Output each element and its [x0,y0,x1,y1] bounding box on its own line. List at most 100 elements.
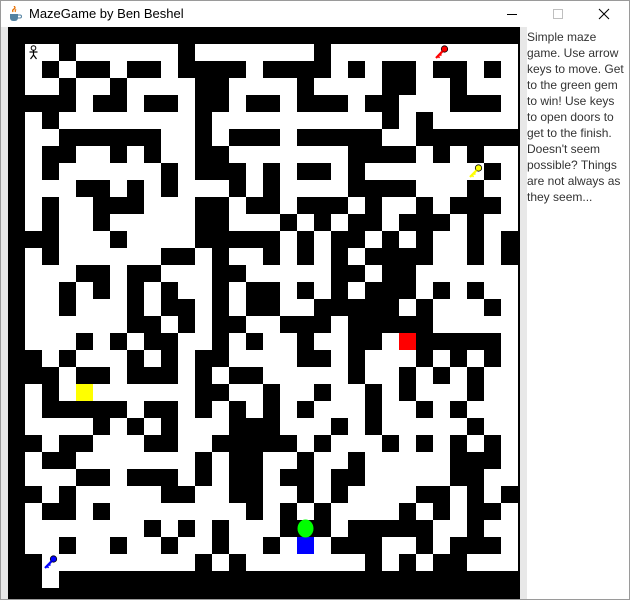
maze-floor-cell [484,265,501,282]
maze-floor-cell [246,350,263,367]
maze-floor-cell [42,44,59,61]
maze-floor-cell [178,180,195,197]
maze-floor-cell [76,452,93,469]
maze-floor-cell [42,282,59,299]
maze-floor-cell [246,316,263,333]
maze-floor-cell [365,44,382,61]
maze-floor-cell [280,163,297,180]
maze-floor-cell [501,452,518,469]
maze-floor-cell [314,180,331,197]
minimize-button[interactable] [489,1,535,27]
close-button[interactable] [581,1,627,27]
maze-floor-cell [246,554,263,571]
maze-floor-cell [110,180,127,197]
maze-floor-cell [416,384,433,401]
maze-floor-cell [314,486,331,503]
maze-floor-cell [76,112,93,129]
maze-floor-cell [59,163,76,180]
maze-floor-cell [399,299,416,316]
maze-floor-cell [263,333,280,350]
java-cup-icon [10,6,22,21]
maze-floor-cell [25,265,42,282]
maze-floor-cell [195,486,212,503]
maze-floor-cell [59,231,76,248]
maze-floor-cell [331,180,348,197]
maze-floor-cell [280,537,297,554]
maze-floor-cell [501,95,518,112]
maze-floor-cell [178,146,195,163]
maze-floor-cell [280,44,297,61]
maze-floor-cell [331,350,348,367]
maze-floor-cell [399,163,416,180]
maze-floor-cell [365,435,382,452]
maze-floor-cell [110,44,127,61]
maze-floor-cell [450,486,467,503]
maze-floor-cell [450,265,467,282]
maze-floor-cell [25,503,42,520]
maze-floor-cell [484,112,501,129]
maze-floor-cell [501,61,518,78]
maze-floor-cell [433,435,450,452]
maze-floor-cell [246,401,263,418]
maze-floor-cell [76,231,93,248]
maze-floor-cell [399,129,416,146]
maze-floor-cell [195,44,212,61]
maze-floor-cell [501,214,518,231]
maze-floor-cell [263,554,280,571]
maze-floor-cell [110,435,127,452]
maze-floor-cell [416,180,433,197]
maze-floor-cell [178,503,195,520]
title-bar[interactable]: MazeGame by Ben Beshel [1,1,629,27]
maze-floor-cell [501,401,518,418]
maze-floor-cell [399,401,416,418]
maze-floor-cell [365,486,382,503]
maze-floor-cell [501,265,518,282]
maze-floor-cell [76,163,93,180]
maze-floor-cell [25,299,42,316]
maze-floor-cell [382,333,399,350]
maze-floor-cell [467,44,484,61]
maze-floor-cell [212,367,229,384]
maze-floor-cell [433,469,450,486]
maze-floor-cell [212,452,229,469]
maze-floor-cell [110,503,127,520]
maze-floor-cell [399,95,416,112]
maze-floor-cell [484,554,501,571]
maze-floor-cell [110,452,127,469]
maze-floor-cell [501,350,518,367]
maximize-button[interactable] [535,1,581,27]
maze-floor-cell [59,418,76,435]
maze-floor-cell [110,520,127,537]
maze-floor-cell [382,452,399,469]
maze-floor-cell [263,146,280,163]
maze-floor-cell [127,248,144,265]
maze-floor-cell [331,367,348,384]
maze-floor-cell [416,367,433,384]
maze-floor-cell [501,554,518,571]
maze-floor-cell [42,350,59,367]
game-content: Simple maze game. Use arrow keys to move… [1,27,629,599]
maze-floor-cell [399,112,416,129]
maze-floor-cell [93,435,110,452]
maze-floor-cell [297,367,314,384]
maze-floor-cell [229,384,246,401]
maze-floor-cell [25,282,42,299]
maze-floor-cell [195,503,212,520]
maze-floor-cell [280,333,297,350]
maze-floor-cell [161,384,178,401]
maze-floor-cell [280,180,297,197]
maze-floor-cell [195,299,212,316]
maze-board[interactable] [8,27,520,599]
maze-floor-cell [144,299,161,316]
maze-floor-cell [178,265,195,282]
maze-floor-cell [93,333,110,350]
maze-floor-cell [484,78,501,95]
maze-floor-cell [144,214,161,231]
maze-floor-cell [297,44,314,61]
maze-floor-cell [59,197,76,214]
maze-floor-cell [331,112,348,129]
maze-floor-cell [229,537,246,554]
maze-floor-cell [280,146,297,163]
maze-floor-cell [161,44,178,61]
maze-floor-cell [144,503,161,520]
